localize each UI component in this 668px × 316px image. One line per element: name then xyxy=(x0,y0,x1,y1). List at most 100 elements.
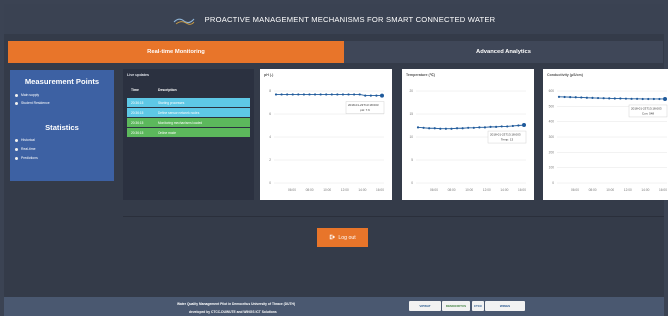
data-point xyxy=(422,126,425,129)
data-point xyxy=(439,127,442,130)
x-tick-label: 10:00 xyxy=(323,188,331,192)
conductivity-chart: Conductivity (μS/cm) 0 100 200 300 400 500 600… xyxy=(543,69,668,200)
data-point xyxy=(569,96,572,99)
sidebar-item-real-time[interactable]: Real-time xyxy=(15,147,36,151)
chart-tooltip: 2018-01-23T13:18:003pH: 7.6 xyxy=(345,101,385,114)
update-description: Starting processes xyxy=(158,100,185,105)
sidebar-item-historical[interactable]: Historical xyxy=(15,138,35,142)
data-point xyxy=(489,125,492,128)
tooltip-value: Temp: 13 xyxy=(501,138,514,142)
chart-tooltip: 2018-01-23T13:18:003Con: 548 xyxy=(628,104,668,118)
x-tick-label: 06:00 xyxy=(288,188,296,192)
chart-plot: 0 5 10 15 20 06:00 08:00 10:00 12:00 14:00 16:00 20… xyxy=(409,89,526,192)
data-point xyxy=(358,93,361,96)
data-point xyxy=(416,126,420,129)
logout-icon xyxy=(329,234,336,242)
data-point xyxy=(428,127,431,130)
chart-plot: 0 100 200 300 400 500 600 06:00 08:00 10:00 12:00 1… xyxy=(549,89,668,192)
footer: Water Quality Management Pilot in Democr… xyxy=(4,297,664,316)
bullet-icon xyxy=(15,138,18,142)
y-tick-label: 600 xyxy=(549,89,555,93)
column-header-time: Time xyxy=(131,88,139,92)
ph-chart: pH (-) 0 2 4 6 8 06:00 08:00 10:00 12:00 14:00 16:… xyxy=(260,69,392,200)
footer-line-2: developed by CTCC-DUWUTE and WINGS ICT S… xyxy=(189,310,277,314)
live-updates-title: Live updates xyxy=(127,73,149,77)
y-tick-label: 6 xyxy=(269,112,271,116)
data-point xyxy=(557,95,561,98)
live-update-row: 20:36:15 Define sensor network nodes xyxy=(127,108,250,117)
data-point xyxy=(341,93,345,96)
data-point xyxy=(347,93,350,96)
x-tick-label: 12:00 xyxy=(341,188,349,192)
y-tick-label: 5 xyxy=(411,158,413,162)
y-tick-label: 0 xyxy=(552,181,554,185)
main-tabs: Real-time Monitoring Advanced Analytics xyxy=(8,41,663,63)
tab-real-time-monitoring[interactable]: Real-time Monitoring xyxy=(8,41,344,63)
statistics-heading: Statistics xyxy=(45,123,79,132)
sidebar-item-label: Predictions xyxy=(21,156,38,160)
tooltip-value: Con: 548 xyxy=(642,111,655,115)
logout-label: Log out xyxy=(338,234,356,241)
live-update-row: 20:36:15 Starting processes xyxy=(127,98,250,107)
data-point xyxy=(291,93,294,96)
x-tick-label: 16:00 xyxy=(518,188,526,192)
partner-logo-democritus: DEMOCRITUS xyxy=(442,301,470,311)
app-header: PROACTIVE MANAGEMENT MECHANISMS FOR SMAR… xyxy=(4,4,664,34)
data-point xyxy=(624,97,628,100)
content-divider xyxy=(123,216,664,217)
data-point xyxy=(274,93,278,96)
logout-button[interactable]: Log out xyxy=(317,228,368,247)
y-tick-label: 20 xyxy=(409,89,413,93)
x-tick-label: 06:00 xyxy=(430,188,438,192)
data-point xyxy=(563,95,566,99)
data-point xyxy=(658,97,661,101)
data-point xyxy=(472,126,475,129)
data-point xyxy=(302,93,305,96)
column-header-description: Description xyxy=(158,88,177,92)
sidebar: Measurement Points Main supply Student R… xyxy=(10,70,114,181)
y-tick-label: 300 xyxy=(549,135,555,139)
y-tick-label: 2 xyxy=(269,158,271,162)
sidebar-item-main-supply[interactable]: Main supply xyxy=(15,93,39,97)
sidebar-item-label: Real-time xyxy=(21,147,36,151)
data-point xyxy=(444,127,447,130)
x-tick-label: 06:00 xyxy=(571,188,579,192)
data-point xyxy=(591,96,594,99)
tooltip-date: 2018-01-23T13:18:003 xyxy=(348,103,379,107)
sidebar-item-label: Main supply xyxy=(21,93,40,97)
data-point xyxy=(336,93,339,96)
data-point xyxy=(330,93,333,96)
data-point xyxy=(608,97,611,100)
data-point xyxy=(511,124,514,128)
temperature-chart: Temperature (℃) 0 5 10 15 20 06:00 08:00 10:00 1… xyxy=(402,69,534,200)
data-point xyxy=(506,125,509,128)
data-point xyxy=(500,125,503,128)
data-point xyxy=(369,94,372,97)
data-point xyxy=(433,127,436,130)
y-tick-label: 200 xyxy=(549,150,555,154)
y-tick-label: 400 xyxy=(549,120,555,124)
partner-logo-ctcc: CTCC xyxy=(472,301,484,311)
y-tick-label: 8 xyxy=(269,89,271,93)
data-point xyxy=(630,97,633,100)
update-time: 20:36:15 xyxy=(131,130,144,135)
data-point xyxy=(364,94,367,97)
x-tick-label: 12:00 xyxy=(483,188,491,192)
sidebar-item-predictions[interactable]: Predictions xyxy=(15,156,38,160)
tab-advanced-analytics[interactable]: Advanced Analytics xyxy=(344,41,663,63)
measurement-points-heading: Measurement Points xyxy=(24,77,100,86)
live-update-row: 20:36:15 Online mode​ xyxy=(127,128,250,137)
data-point xyxy=(647,97,650,101)
x-tick-label: 10:00 xyxy=(606,188,614,192)
y-tick-label: 10 xyxy=(409,135,413,139)
update-description: Monitoring mechanisms loaded xyxy=(158,120,203,125)
data-point xyxy=(580,96,583,99)
data-point xyxy=(455,127,459,130)
bullet-icon xyxy=(15,156,18,160)
y-tick-label: 4 xyxy=(269,135,271,139)
sidebar-item-student-residence[interactable]: Student Residence xyxy=(15,101,50,105)
data-point xyxy=(596,96,600,100)
data-point xyxy=(663,96,667,101)
bullet-icon xyxy=(15,147,18,151)
data-point xyxy=(636,97,639,100)
